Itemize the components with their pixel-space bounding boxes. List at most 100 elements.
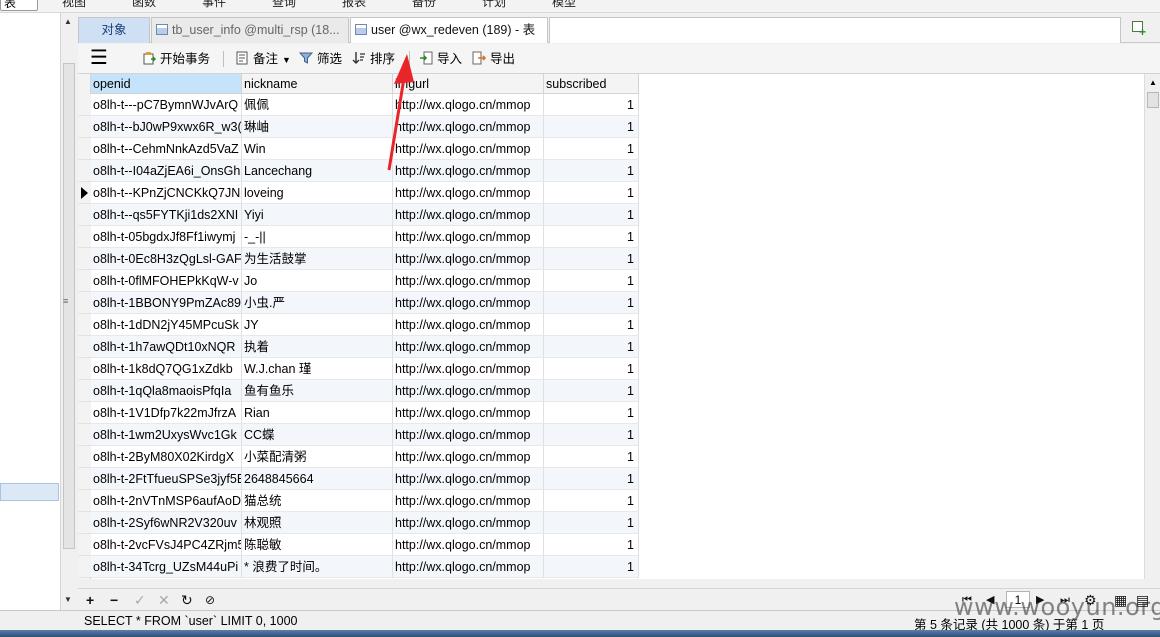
row-selector[interactable] bbox=[78, 138, 91, 160]
cell-imgurl[interactable]: http://wx.qlogo.cn/mmop bbox=[393, 380, 544, 402]
cell-nickname[interactable]: JY bbox=[242, 314, 393, 336]
cell-imgurl[interactable]: http://wx.qlogo.cn/mmop bbox=[393, 116, 544, 138]
cell-subscribed[interactable]: 1 bbox=[544, 204, 639, 226]
scroll-up-icon[interactable]: ▲ bbox=[1149, 78, 1157, 87]
table-row[interactable]: o8lh-t-2ByM80X02KirdgX 小菜配清粥 http://wx.qlo… bbox=[78, 446, 639, 468]
cell-imgurl[interactable]: http://wx.qlogo.cn/mmop bbox=[393, 182, 544, 204]
row-selector[interactable] bbox=[78, 182, 91, 204]
row-selector[interactable] bbox=[78, 336, 91, 358]
cell-nickname[interactable]: 执着 bbox=[242, 336, 393, 358]
cell-openid[interactable]: o8lh-t---pC7BymnWJvArQ bbox=[91, 94, 242, 116]
table-row[interactable]: o8lh-t--qs5FYTKji1ds2XNI Yiyi http://wx.ql… bbox=[78, 204, 639, 226]
hamburger-menu-button[interactable]: ☰ bbox=[90, 48, 108, 68]
cell-imgurl[interactable]: http://wx.qlogo.cn/mmop bbox=[393, 314, 544, 336]
table-row[interactable]: o8lh-t-1k8dQ7QG1xZdkb W.J.chan 瑾 http://wx… bbox=[78, 358, 639, 380]
row-selector[interactable] bbox=[78, 248, 91, 270]
menu-item-model[interactable]: 模型 bbox=[552, 0, 576, 10]
cell-imgurl[interactable]: http://wx.qlogo.cn/mmop bbox=[393, 226, 544, 248]
table-row[interactable]: o8lh-t--I04aZjEA6i_OnsGh Lancechang http:/… bbox=[78, 160, 639, 182]
row-selector[interactable] bbox=[78, 358, 91, 380]
table-row[interactable]: o8lh-t-1dDN2jY45MPcuSk JY http://wx.qlogo.… bbox=[78, 314, 639, 336]
note-button[interactable]: 备注 ▼ bbox=[235, 50, 291, 68]
cell-openid[interactable]: o8lh-t--KPnZjCNCKkQ7JN bbox=[91, 182, 242, 204]
cell-subscribed[interactable]: 1 bbox=[544, 358, 639, 380]
cell-subscribed[interactable]: 1 bbox=[544, 468, 639, 490]
menu-item-query[interactable]: 查询 bbox=[272, 0, 296, 10]
cell-imgurl[interactable]: http://wx.qlogo.cn/mmop bbox=[393, 204, 544, 226]
stop-button[interactable]: ⊘ bbox=[205, 591, 215, 609]
cell-openid[interactable]: o8lh-t--I04aZjEA6i_OnsGh bbox=[91, 160, 242, 182]
cell-imgurl[interactable]: http://wx.qlogo.cn/mmop bbox=[393, 138, 544, 160]
column-header-openid[interactable]: openid bbox=[91, 74, 242, 94]
tab-objects[interactable]: 对象 bbox=[78, 17, 150, 43]
row-selector[interactable] bbox=[78, 226, 91, 248]
cell-subscribed[interactable]: 1 bbox=[544, 402, 639, 424]
table-row[interactable]: o8lh-t-2Syf6wNR2V320uv 林观照 http://wx.qlogo… bbox=[78, 512, 639, 534]
table-row[interactable]: o8lh-t-0Ec8H3zQgLsl-GAF 为生活鼓掌 http://wx.ql… bbox=[78, 248, 639, 270]
cell-openid[interactable]: o8lh-t-34Tcrg_UZsM44uPi bbox=[91, 556, 242, 578]
row-selector[interactable] bbox=[78, 116, 91, 138]
row-selector[interactable] bbox=[78, 160, 91, 182]
cell-imgurl[interactable]: http://wx.qlogo.cn/mmop bbox=[393, 446, 544, 468]
cell-openid[interactable]: o8lh-t-1qQla8maoisPfqIa bbox=[91, 380, 242, 402]
begin-transaction-button[interactable]: 开始事务 bbox=[142, 50, 210, 68]
cell-openid[interactable]: o8lh-t-1k8dQ7QG1xZdkb bbox=[91, 358, 242, 380]
cell-imgurl[interactable]: http://wx.qlogo.cn/mmop bbox=[393, 248, 544, 270]
table-row[interactable]: o8lh-t-0flMFOHEPkKqW-v Jo http://wx.qlogo.… bbox=[78, 270, 639, 292]
cell-imgurl[interactable]: http://wx.qlogo.cn/mmop bbox=[393, 534, 544, 556]
apply-changes-button[interactable]: ✓ bbox=[134, 591, 146, 609]
column-header-subscribed[interactable]: subscribed bbox=[544, 74, 639, 94]
cell-nickname[interactable]: 佩佩 bbox=[242, 94, 393, 116]
sort-button[interactable]: 排序 bbox=[352, 50, 395, 68]
table-row[interactable]: o8lh-t--CehmNnkAzd5VaZ Win http://wx.qlogo… bbox=[78, 138, 639, 160]
cell-nickname[interactable]: W.J.chan 瑾 bbox=[242, 358, 393, 380]
cell-openid[interactable]: o8lh-t--qs5FYTKji1ds2XNI bbox=[91, 204, 242, 226]
export-button[interactable]: 导出 bbox=[472, 50, 515, 68]
cell-nickname[interactable]: Win bbox=[242, 138, 393, 160]
discard-changes-button[interactable]: ✕ bbox=[158, 591, 170, 609]
cell-subscribed[interactable]: 1 bbox=[544, 314, 639, 336]
table-row[interactable]: o8lh-t-2vcFVsJ4PC4ZRjm5 陈聪敏 http://wx.qlog… bbox=[78, 534, 639, 556]
cell-subscribed[interactable]: 1 bbox=[544, 182, 639, 204]
cell-openid[interactable]: o8lh-t-1h7awQDt10xNQR bbox=[91, 336, 242, 358]
cell-subscribed[interactable]: 1 bbox=[544, 94, 639, 116]
cell-openid[interactable]: o8lh-t-2FtTfueuSPSe3jyf5E bbox=[91, 468, 242, 490]
cell-imgurl[interactable]: http://wx.qlogo.cn/mmop bbox=[393, 556, 544, 578]
grid-scroll-thumb[interactable] bbox=[1147, 92, 1159, 108]
menu-item-table[interactable]: 表 bbox=[0, 0, 38, 11]
connection-tree-selected-item[interactable] bbox=[0, 483, 59, 501]
cell-subscribed[interactable]: 1 bbox=[544, 446, 639, 468]
cell-openid[interactable]: o8lh-t-2Syf6wNR2V320uv bbox=[91, 512, 242, 534]
cell-nickname[interactable]: CC蝶 bbox=[242, 424, 393, 446]
cell-nickname[interactable]: 猫总统 bbox=[242, 490, 393, 512]
column-header-nickname[interactable]: nickname bbox=[242, 74, 393, 94]
cell-subscribed[interactable]: 1 bbox=[544, 424, 639, 446]
cell-nickname[interactable]: 鱼有鱼乐 bbox=[242, 380, 393, 402]
cell-nickname[interactable]: -_-|| bbox=[242, 226, 393, 248]
row-selector[interactable] bbox=[78, 380, 91, 402]
table-row[interactable]: o8lh-t---pC7BymnWJvArQ 佩佩 http://wx.qlogo.… bbox=[78, 94, 639, 116]
row-selector[interactable] bbox=[78, 424, 91, 446]
tab-user-table[interactable]: user @wx_redeven (189) - 表 bbox=[350, 17, 548, 43]
scroll-down-icon[interactable]: ▼ bbox=[64, 595, 72, 604]
row-selector[interactable] bbox=[78, 556, 91, 578]
left-panel-scrollbar[interactable]: ▲ ≡ ▼ bbox=[60, 13, 77, 610]
cell-imgurl[interactable]: http://wx.qlogo.cn/mmop bbox=[393, 336, 544, 358]
cell-imgurl[interactable]: http://wx.qlogo.cn/mmop bbox=[393, 424, 544, 446]
cell-openid[interactable]: o8lh-t-05bgdxJf8Ff1iwymj bbox=[91, 226, 242, 248]
cell-nickname[interactable]: 为生活鼓掌 bbox=[242, 248, 393, 270]
cell-imgurl[interactable]: http://wx.qlogo.cn/mmop bbox=[393, 512, 544, 534]
cell-openid[interactable]: o8lh-t--bJ0wP9xwx6R_w3( bbox=[91, 116, 242, 138]
delete-record-button[interactable]: − bbox=[110, 591, 118, 609]
cell-nickname[interactable]: 陈聪敏 bbox=[242, 534, 393, 556]
cell-nickname[interactable]: Rian bbox=[242, 402, 393, 424]
cell-openid[interactable]: o8lh-t--CehmNnkAzd5VaZ bbox=[91, 138, 242, 160]
row-selector[interactable] bbox=[78, 292, 91, 314]
new-connection-button[interactable]: + bbox=[1128, 19, 1150, 39]
cell-imgurl[interactable]: http://wx.qlogo.cn/mmop bbox=[393, 270, 544, 292]
cell-imgurl[interactable]: http://wx.qlogo.cn/mmop bbox=[393, 160, 544, 182]
cell-subscribed[interactable]: 1 bbox=[544, 248, 639, 270]
row-selector[interactable] bbox=[78, 402, 91, 424]
table-row[interactable]: o8lh-t-05bgdxJf8Ff1iwymj -_-|| http://wx.q… bbox=[78, 226, 639, 248]
column-header-imgurl[interactable]: imgurl bbox=[393, 74, 544, 94]
